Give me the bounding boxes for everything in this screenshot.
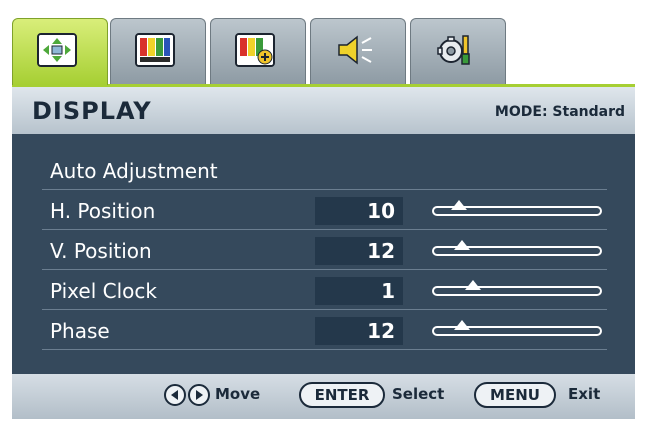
picture-advanced-icon xyxy=(235,33,275,67)
slider-thumb[interactable] xyxy=(450,200,467,210)
slider-thumb[interactable] xyxy=(453,320,470,330)
tab-system[interactable] xyxy=(410,18,506,84)
value-box: 10 xyxy=(315,197,403,225)
slider-thumb[interactable] xyxy=(453,240,470,250)
menu-item-h-position[interactable]: H. Position 10 xyxy=(42,194,607,230)
tab-bar xyxy=(12,12,635,85)
slider-thumb[interactable] xyxy=(465,280,482,290)
right-arrow-icon[interactable] xyxy=(188,384,210,406)
move-hint: Move xyxy=(215,385,261,403)
slider-track[interactable] xyxy=(432,286,602,296)
menu-item-pixel-clock[interactable]: Pixel Clock 1 xyxy=(42,274,607,310)
menu-item-label: H. Position xyxy=(50,199,156,223)
menu-item-phase[interactable]: Phase 12 xyxy=(42,314,607,350)
picture-color-bars-icon xyxy=(135,33,175,67)
tab-display[interactable] xyxy=(12,18,108,85)
menu-item-label: V. Position xyxy=(50,239,152,263)
value-box: 1 xyxy=(315,277,403,305)
page-title: DISPLAY xyxy=(32,97,152,125)
menu-item-auto-adjustment[interactable]: Auto Adjustment xyxy=(42,154,607,190)
value-box: 12 xyxy=(315,237,403,265)
enter-button[interactable]: ENTER xyxy=(299,382,385,408)
left-arrow-icon[interactable] xyxy=(164,384,186,406)
menu-list: Auto Adjustment H. Position 10 V. Positi… xyxy=(12,134,635,374)
menu-item-label: Pixel Clock xyxy=(50,279,157,303)
menu-item-v-position[interactable]: V. Position 12 xyxy=(42,234,607,270)
menu-item-label: Phase xyxy=(50,319,110,343)
tab-picture-advanced[interactable] xyxy=(210,18,306,84)
system-settings-gear-icon xyxy=(435,33,475,67)
speaker-audio-icon xyxy=(335,33,375,67)
display-arrows-icon xyxy=(37,33,77,67)
title-bar: DISPLAY MODE: Standard xyxy=(12,84,635,134)
exit-hint: Exit xyxy=(568,385,601,403)
tab-picture[interactable] xyxy=(110,18,206,84)
mode-indicator: MODE: Standard xyxy=(494,104,625,120)
footer-hints: Move ENTER Select MENU Exit xyxy=(12,374,635,419)
tab-audio[interactable] xyxy=(310,18,406,84)
select-hint: Select xyxy=(392,385,445,403)
menu-item-label: Auto Adjustment xyxy=(50,159,218,183)
menu-button[interactable]: MENU xyxy=(474,382,556,408)
osd-menu: DISPLAY MODE: Standard Auto Adjustment H… xyxy=(12,12,635,419)
value-box: 12 xyxy=(315,317,403,345)
